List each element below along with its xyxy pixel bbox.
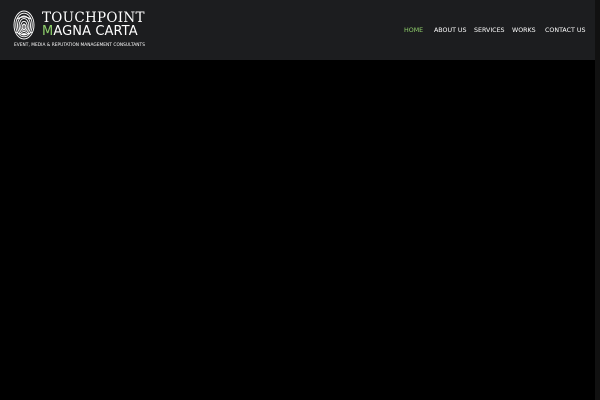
logo-tagline: EVENT, MEDIA & REPUTATION MANAGEMENT CON… — [14, 43, 146, 48]
logo-wordmark-line1: TOUCHPOINT — [42, 10, 145, 26]
site-header: TOUCHPOINT MAGNA CARTA EVENT, MEDIA & RE… — [0, 0, 595, 60]
nav-item-services[interactable]: SERVICES — [474, 26, 505, 36]
nav-item-home[interactable]: HOME — [404, 26, 423, 36]
nav-item-contact-us[interactable]: CONTACT US — [545, 26, 585, 36]
page-scrollbar[interactable] — [595, 0, 600, 400]
main-content-area — [0, 60, 595, 400]
main-navigation: HOME ABOUT US SERVICES WORKS CONTACT US — [0, 26, 595, 38]
nav-item-about-us[interactable]: ABOUT US — [434, 26, 467, 36]
nav-item-works[interactable]: WORKS — [512, 26, 536, 36]
